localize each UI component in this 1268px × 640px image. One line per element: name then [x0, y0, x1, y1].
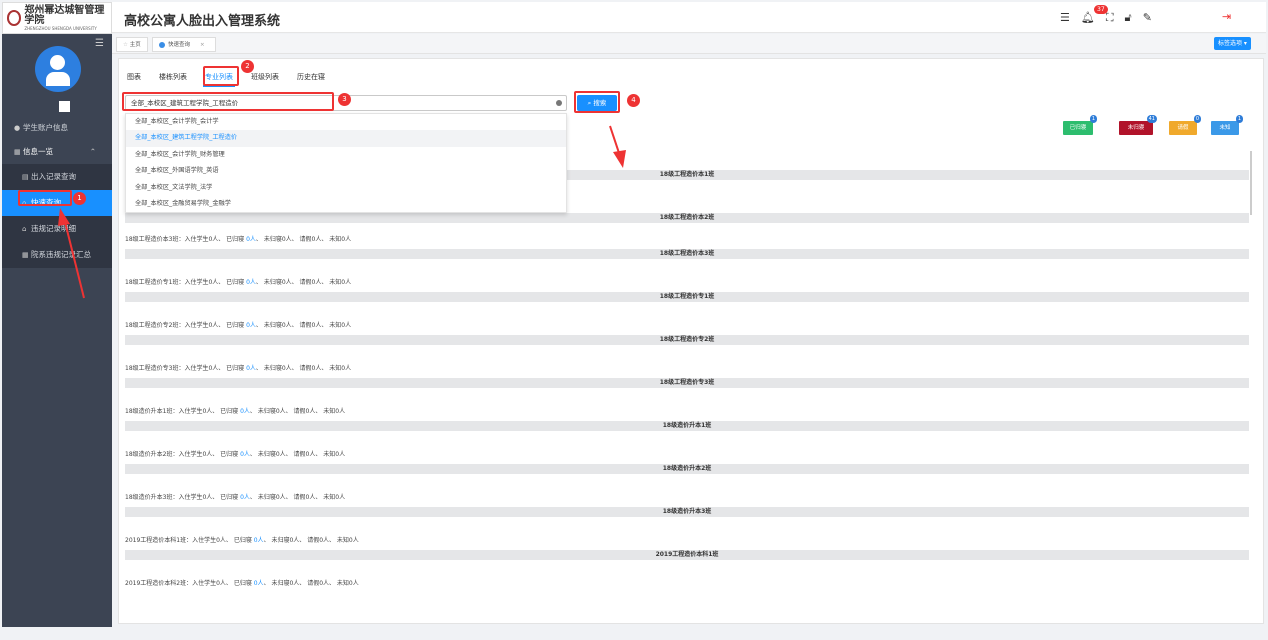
annotation-box-4: [574, 91, 620, 113]
annotation-number: 4: [627, 94, 640, 107]
annotation-box-2: [203, 66, 239, 86]
arrow-head-4: [613, 150, 626, 168]
arrow-line-1: [63, 217, 85, 299]
arrow-head-1: [58, 208, 70, 226]
annotation-box-1: [18, 190, 72, 206]
annotation-box-3: [122, 92, 334, 111]
annotation-number: 1: [73, 192, 86, 205]
annotation-number: 3: [338, 93, 351, 106]
annotation-number: 2: [241, 60, 254, 73]
